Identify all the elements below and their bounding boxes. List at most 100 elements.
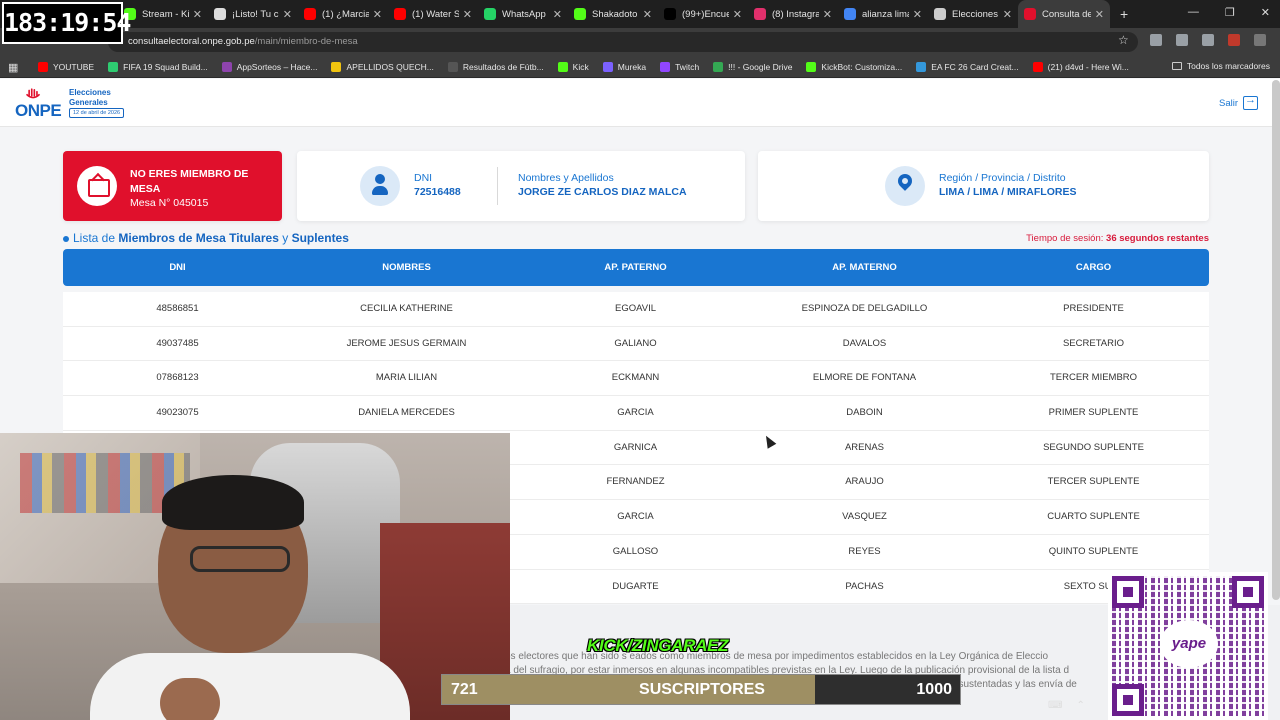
menu-icon[interactable]	[1254, 34, 1266, 46]
bookmark-label: !!! - Google Drive	[728, 62, 793, 72]
all-bookmarks[interactable]: Todos los marcadores	[1171, 61, 1270, 71]
url-field[interactable]: consultaelectoral.onpe.gob.pe/main/miemb…	[108, 32, 1138, 52]
browser-tab[interactable]: (8) Instagran ✕	[748, 0, 838, 28]
url-path: /main/miembro-de-mesa	[254, 36, 358, 47]
bookmark-item[interactable]: AppSorteos – Hace...	[221, 62, 317, 72]
tab-close-icon[interactable]: ✕	[913, 8, 922, 21]
tab-strip: Stream - Kic ✕ ¡Listo! Tu cu ✕ (1) ¿Marcian ✕…	[118, 0, 1128, 28]
name-label: Nombres y Apellidos	[518, 172, 614, 184]
bookmark-item[interactable]: FIFA 19 Squad Build...	[108, 62, 208, 72]
browser-tab[interactable]: (1) Water Sli ✕	[388, 0, 478, 28]
table-cell: GALIANO	[614, 337, 657, 349]
table-cell: SECRETARIO	[1062, 337, 1125, 349]
table-cell: EGOAVIL	[614, 303, 656, 314]
dni-label: DNI	[414, 172, 433, 184]
bookmark-favicon-icon	[713, 62, 724, 72]
bookmark-item[interactable]: Kick	[557, 62, 589, 72]
browser-tab[interactable]: alianza lima ✕	[838, 0, 928, 28]
tab-close-icon[interactable]: ✕	[373, 8, 382, 21]
tab-close-icon[interactable]: ✕	[1095, 8, 1104, 21]
table-cell: TERCER MIEMBRO	[1049, 372, 1138, 384]
media-icon[interactable]	[1202, 34, 1214, 46]
bookmark-favicon-icon	[1032, 62, 1043, 72]
bookmark-favicon-icon	[38, 62, 48, 72]
all-bookmarks-label: Todos los marcadores	[1186, 61, 1270, 71]
table-header: DNI NOMBRES AP. PATERNO AP. MATERNO CARGO	[63, 249, 1209, 286]
table-cell: DABOIN	[846, 407, 883, 419]
table-cell: QUINTO SUPLENTE	[1048, 545, 1139, 557]
table-cell: CUARTO SUPLENTE	[1047, 511, 1140, 523]
browser-tab[interactable]: Elecciones G ✕	[928, 0, 1018, 28]
browser-tab[interactable]: Consulta de ✕	[1018, 0, 1110, 28]
yape-qr-code: yape	[1108, 572, 1268, 720]
tab-label: Consulta de	[1042, 8, 1091, 20]
extension-icons	[1150, 34, 1266, 46]
page-scrollbar[interactable]	[1272, 80, 1280, 600]
tab-close-icon[interactable]: ✕	[643, 8, 652, 21]
profile-avatar-icon[interactable]	[1228, 34, 1240, 46]
bookmark-label: APELLIDOS QUECH...	[346, 62, 434, 72]
bookmark-item[interactable]: Twitch	[660, 62, 699, 72]
bookmark-item[interactable]: YOUTUBE	[38, 62, 94, 72]
bookmark-item[interactable]: KickBot: Customiza...	[806, 62, 902, 72]
bookmark-item[interactable]: APELLIDOS QUECH...	[331, 62, 434, 72]
bookmark-item[interactable]: Resultados de Fútb...	[447, 62, 544, 72]
tab-favicon-icon	[934, 8, 946, 20]
tab-label: (99+)Encuen	[682, 8, 729, 20]
window-controls: — ❐ ✕	[1188, 6, 1270, 19]
list-title-prefix: Lista de	[73, 231, 116, 245]
bookmark-label: FIFA 19 Squad Build...	[123, 62, 208, 72]
maximize-icon[interactable]: ❐	[1225, 6, 1235, 19]
onpe-brand[interactable]: ONPE	[15, 101, 62, 121]
tab-close-icon[interactable]: ✕	[193, 8, 202, 21]
table-cell: ELMORE DE FONTANA	[812, 372, 917, 384]
table-cell: 07868123	[156, 372, 199, 384]
tab-close-icon[interactable]: ✕	[1003, 8, 1012, 21]
table-cell: ARENAS	[844, 441, 885, 453]
table-cell: DAVALOS	[842, 337, 887, 349]
browser-tab[interactable]: (99+)Encuen ✕	[658, 0, 748, 28]
bookmark-item[interactable]: (21) d4vd - Here Wi...	[1032, 62, 1129, 72]
tab-close-icon[interactable]: ✕	[823, 8, 832, 21]
subs-goal: 1000	[916, 681, 952, 698]
folder-icon	[1171, 62, 1182, 70]
browser-tab[interactable]: Stream - Kic ✕	[118, 0, 208, 28]
bookmark-list: YOUTUBE FIFA 19 Squad Build... AppSorteos …	[38, 56, 1129, 78]
browser-tab[interactable]: WhatsApp | ✕	[478, 0, 568, 28]
tab-close-icon[interactable]: ✕	[463, 8, 472, 21]
yape-logo: yape	[1160, 620, 1218, 668]
logout-button[interactable]: Salir	[1219, 94, 1258, 110]
mesa-number: Mesa N° 045015	[130, 197, 209, 209]
browser-tab[interactable]: ¡Listo! Tu cu ✕	[208, 0, 298, 28]
new-tab-button[interactable]: +	[1120, 6, 1128, 22]
minimize-icon[interactable]: —	[1188, 6, 1199, 19]
webcam-feed	[0, 433, 510, 720]
bookmark-item[interactable]: EA FC 26 Card Creat...	[916, 62, 1019, 72]
address-bar-row: consultaelectoral.onpe.gob.pe/main/miemb…	[0, 28, 1280, 56]
tab-close-icon[interactable]: ✕	[553, 8, 562, 21]
table-cell: VASQUEZ	[842, 511, 887, 523]
tab-close-icon[interactable]: ✕	[733, 8, 742, 21]
bookmark-item[interactable]: !!! - Google Drive	[713, 62, 792, 72]
browser-tab-bar: Stream - Kic ✕ ¡Listo! Tu cu ✕ (1) ¿Marcian ✕…	[0, 0, 1280, 28]
browser-tab[interactable]: Shakadoto S ✕	[568, 0, 658, 28]
bookmark-star-icon[interactable]: ☆	[1118, 33, 1129, 47]
tab-close-icon[interactable]: ✕	[283, 8, 292, 21]
tray-chevron-icon[interactable]: ⌃	[1076, 700, 1084, 711]
apps-grid-icon[interactable]: ▦	[8, 61, 18, 74]
bookmarks-bar: ▦ YOUTUBE FIFA 19 Squad Build... AppSorteo…	[0, 56, 1280, 78]
table-cell: GARNICA	[613, 441, 658, 453]
list-title-main: Miembros de Mesa Titulares	[118, 231, 279, 245]
browser-tab[interactable]: (1) ¿Marcian ✕	[298, 0, 388, 28]
extensions-puzzle-icon[interactable]	[1176, 34, 1188, 46]
extension-icon[interactable]	[1150, 34, 1162, 46]
url-domain: consultaelectoral.onpe.gob.pe	[128, 36, 255, 47]
keyboard-icon[interactable]: ⌨	[1048, 700, 1062, 711]
bookmark-label: Twitch	[675, 62, 700, 72]
table-row: 49037485 JEROME JESUS GERMAIN GALIANO DAVAL…	[63, 327, 1209, 362]
column-header: CARGO	[1075, 262, 1112, 273]
close-window-icon[interactable]: ✕	[1261, 6, 1270, 19]
bookmark-favicon-icon	[331, 62, 342, 72]
bookmark-item[interactable]: Mureka	[602, 62, 646, 72]
bookmark-favicon-icon	[108, 62, 119, 72]
